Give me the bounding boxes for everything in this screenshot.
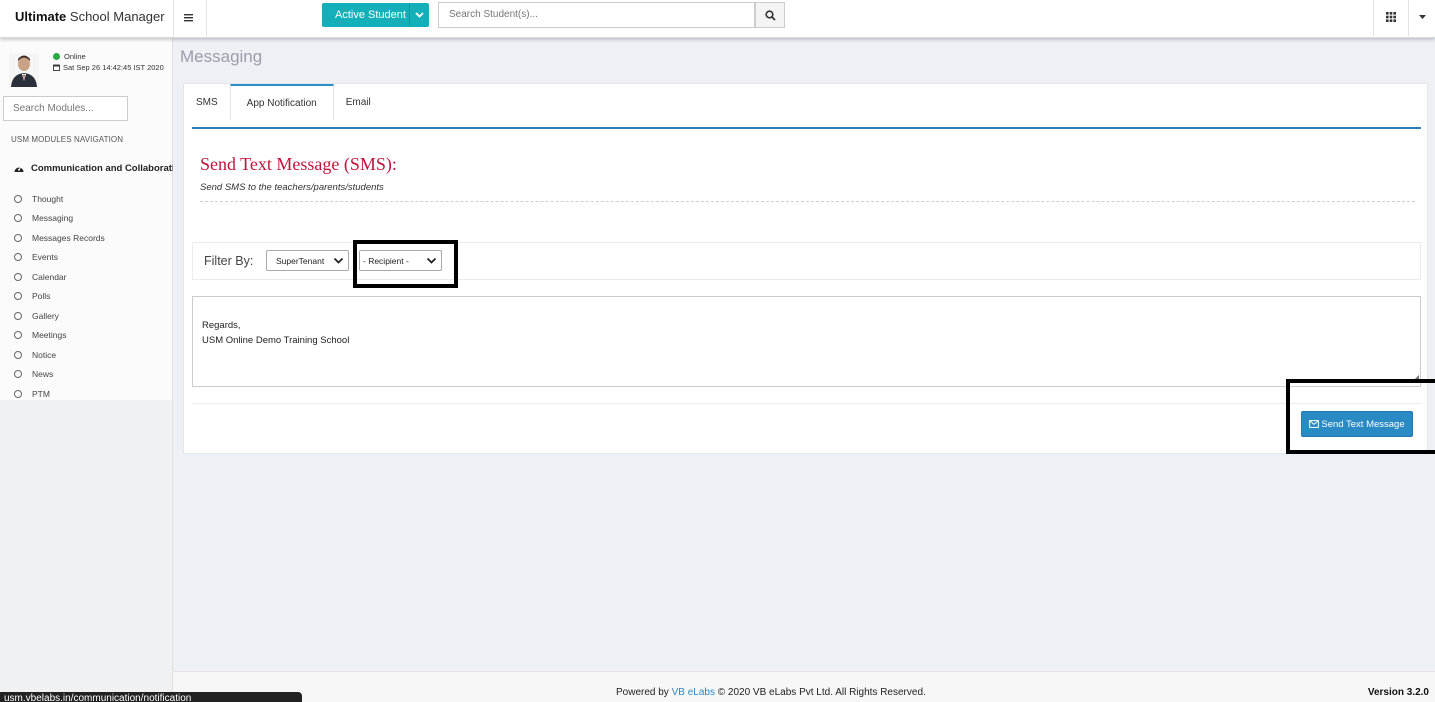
app-brand[interactable]: Ultimate School Manager: [15, 9, 165, 24]
highlight-box-send: [1286, 379, 1435, 454]
sidebar-item-messaging[interactable]: Messaging: [14, 209, 105, 229]
circle-icon: [14, 214, 22, 223]
browser-status-url: usm.vbelabs.in/communication/notificatio…: [0, 692, 302, 702]
tab-sms[interactable]: SMS: [184, 84, 230, 120]
vb-elabs-link[interactable]: VB eLabs: [672, 687, 715, 698]
sidebar-item-label: Messages Records: [32, 232, 105, 243]
tenant-select[interactable]: SuperTenant: [266, 250, 349, 271]
active-student-dropdown[interactable]: Active Student: [322, 3, 429, 27]
sidebar-item-label: Meetings: [32, 330, 67, 341]
sidebar-item-label: Thought: [32, 193, 64, 204]
sidebar-item-notice[interactable]: Notice: [14, 345, 105, 365]
tab-email[interactable]: Email: [334, 84, 383, 120]
sidebar-item-events[interactable]: Events: [14, 248, 105, 268]
form-subtitle: Send SMS to the teachers/parents/student…: [200, 182, 384, 193]
sidebar-item-calendar[interactable]: Calendar: [14, 267, 105, 287]
circle-icon: [14, 194, 22, 203]
tab-content-divider: [192, 127, 1421, 129]
online-dot-icon: [53, 53, 60, 60]
powered-by-text: Powered by: [616, 687, 669, 698]
sidebar-item-label: PTM: [32, 388, 50, 399]
page-title: Messaging: [180, 47, 263, 66]
brand-bold: Ultimate: [15, 9, 67, 24]
filter-label: Filter By:: [204, 254, 254, 268]
message-line: Regards,: [202, 320, 241, 331]
tab-app-notification[interactable]: App Notification: [229, 84, 334, 120]
nav-heading: USM MODULES NAVIGATION: [11, 135, 124, 144]
calendar-icon: [53, 64, 60, 71]
divider: [1408, 0, 1409, 38]
version-label: Version 3.2.0: [1367, 687, 1429, 698]
circle-icon: [14, 272, 22, 281]
message-line: USM Online Demo Training School: [202, 335, 350, 346]
chevron-down-icon[interactable]: [409, 3, 429, 27]
current-datetime: Sat Sep 26 14:42:45 IST 2020: [53, 63, 164, 72]
sidebar-item-label: News: [32, 369, 54, 380]
online-status: Online: [53, 52, 86, 61]
circle-icon: [14, 331, 22, 340]
circle-icon: [14, 370, 22, 379]
grid-icon: [1386, 12, 1396, 22]
footer: Powered by VB eLabs © 2020 VB eLabs Pvt …: [173, 671, 1435, 702]
caret-down-icon: [1419, 15, 1426, 19]
form-title: Send Text Message (SMS):: [200, 154, 397, 174]
sidebar-item-polls[interactable]: Polls: [14, 287, 105, 307]
footer-credits: Powered by VB eLabs © 2020 VB eLabs Pvt …: [616, 687, 926, 698]
avatar[interactable]: [9, 53, 39, 87]
sidebar-item-label: Messaging: [32, 213, 74, 224]
chevron-down-icon: [333, 257, 344, 264]
active-student-label: Active Student: [335, 9, 406, 21]
online-status-text: Online: [64, 52, 86, 61]
sidebar-item-label: Notice: [32, 349, 57, 360]
student-search-button[interactable]: [755, 2, 785, 28]
circle-icon: [14, 253, 22, 262]
sidebar-item-gallery[interactable]: Gallery: [14, 306, 105, 326]
sidebar-item-messages-records[interactable]: Messages Records: [14, 228, 105, 248]
sidebar-item-label: Polls: [32, 291, 51, 302]
datetime-text: Sat Sep 26 14:42:45 IST 2020: [63, 63, 164, 72]
circle-icon: [14, 389, 22, 398]
apps-grid-button[interactable]: [1374, 0, 1408, 34]
sidebar-item-news[interactable]: News: [14, 365, 105, 385]
circle-icon: [14, 233, 22, 242]
sidebar-item-ptm[interactable]: PTM: [14, 384, 105, 404]
sidebar-item-label: Calendar: [32, 271, 67, 282]
sidebar-item-meetings[interactable]: Meetings: [14, 326, 105, 346]
circle-icon: [14, 350, 22, 359]
nav-group-label: Communication and Collaboration: [31, 163, 173, 174]
copyright-text: © 2020 VB eLabs Pvt Ltd. All Rights Rese…: [717, 687, 926, 698]
message-tabs: SMS App Notification Email: [184, 84, 383, 120]
divider: [173, 0, 174, 38]
nav-group-communication[interactable]: Communication and Collaboration: [14, 163, 173, 174]
divider: [206, 0, 207, 38]
hamburger-icon: [183, 13, 193, 21]
sidebar-item-thought[interactable]: Thought: [14, 189, 105, 209]
divider: [200, 201, 1415, 202]
search-icon: [764, 9, 776, 21]
sidebar-item-label: Gallery: [32, 310, 59, 321]
divider: [192, 403, 1421, 404]
dashboard-icon: [14, 166, 24, 172]
nav-list: Thought Messaging Messages Records Event…: [14, 189, 105, 404]
sidebar-toggle-button[interactable]: [176, 0, 200, 34]
sidebar: Online Sat Sep 26 14:42:45 IST 2020 Sear…: [0, 38, 173, 702]
user-menu-button[interactable]: [1410, 0, 1435, 34]
circle-icon: [14, 292, 22, 301]
student-search-input[interactable]: Search Student(s)...: [438, 2, 755, 28]
circle-icon: [14, 311, 22, 320]
message-textarea[interactable]: Regards, USM Online Demo Training School…: [192, 296, 1421, 387]
sidebar-item-label: Events: [32, 252, 58, 263]
module-search-input[interactable]: Search Modules...: [3, 96, 128, 121]
highlight-box-recipient: [353, 240, 458, 288]
tenant-select-value: SuperTenant: [276, 255, 325, 266]
top-navbar: Ultimate School Manager Active Student S…: [0, 0, 1435, 38]
brand-rest: School Manager: [66, 9, 165, 24]
